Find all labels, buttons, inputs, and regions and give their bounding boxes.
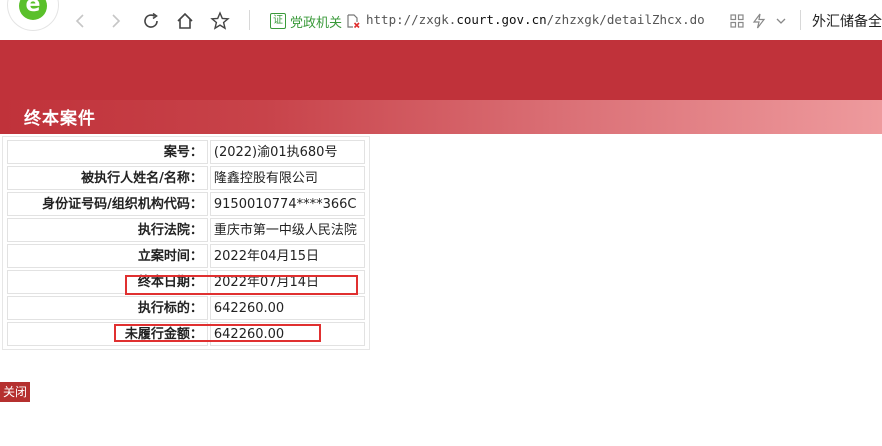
detail-label: 被执行人姓名/名称：	[7, 166, 208, 190]
page-title: 终本案件	[24, 109, 96, 129]
detail-row: 执行法院： 重庆市第一中级人民法院	[5, 217, 367, 243]
detail-value: 重庆市第一中级人民法院	[209, 218, 365, 242]
url-domain: court.gov.cn	[456, 12, 547, 27]
chevron-down-icon[interactable]	[770, 10, 792, 32]
detail-row: 身份证号码/组织机构代码： 9150010774****366C	[5, 191, 367, 217]
detail-label: 执行法院：	[7, 218, 208, 242]
back-icon[interactable]	[70, 10, 92, 32]
detail-row: 立案时间： 2022年04月15日	[5, 243, 367, 269]
section-title-bar: 终本案件	[0, 100, 882, 134]
detail-value: (2022)渝01执680号	[209, 140, 365, 164]
toolbar-divider	[249, 10, 250, 30]
toolbar-divider	[800, 10, 801, 30]
grid-icon[interactable]	[726, 10, 748, 32]
detail-row: 被执行人姓名/名称： 隆鑫控股有限公司	[5, 165, 367, 191]
detail-row: 案号： (2022)渝01执680号	[5, 139, 367, 165]
detail-label: 案号：	[7, 140, 208, 164]
browser-toolbar: e 证 党政机关 http://zxgk.court.gov.cn/zhzxgk…	[0, 0, 882, 41]
url-scheme: http://zxgk.	[366, 12, 457, 27]
browser-logo: e	[8, 0, 58, 30]
detail-value: 2022年04月15日	[209, 244, 365, 268]
browser-logo-icon: e	[19, 0, 47, 20]
detail-value: 9150010774****366C	[209, 192, 365, 216]
forward-icon[interactable]	[104, 10, 126, 32]
cert-badge: 证	[270, 13, 286, 29]
address-bar[interactable]: http://zxgk.court.gov.cn/zhzxgk/detailZh…	[366, 12, 705, 27]
cert-label: 党政机关	[290, 15, 343, 31]
refresh-icon[interactable]	[140, 10, 162, 32]
detail-value: 隆鑫控股有限公司	[209, 166, 365, 190]
detail-value: 642260.00	[209, 296, 365, 320]
search-suggestion[interactable]: 外汇储备全	[812, 11, 882, 31]
insecure-icon[interactable]	[345, 13, 361, 29]
detail-row: 执行标的： 642260.00	[5, 295, 367, 321]
highlight-box-end-date	[125, 275, 358, 295]
site-banner	[0, 40, 882, 100]
detail-label: 立案时间：	[7, 244, 208, 268]
detail-label: 身份证号码/组织机构代码：	[7, 192, 208, 216]
cert-indicator[interactable]: 证 党政机关	[270, 12, 343, 31]
star-icon[interactable]	[209, 10, 231, 32]
close-button[interactable]: 关闭	[0, 382, 30, 402]
highlight-box-unpaid-amount	[114, 324, 321, 342]
url-path: /zhzxgk/detailZhcx.do	[546, 12, 705, 27]
home-icon[interactable]	[174, 10, 196, 32]
lightning-icon[interactable]	[748, 10, 770, 32]
detail-label: 执行标的：	[7, 296, 208, 320]
case-detail-table: 案号： (2022)渝01执680号 被执行人姓名/名称： 隆鑫控股有限公司 身份证号码…	[2, 136, 370, 350]
